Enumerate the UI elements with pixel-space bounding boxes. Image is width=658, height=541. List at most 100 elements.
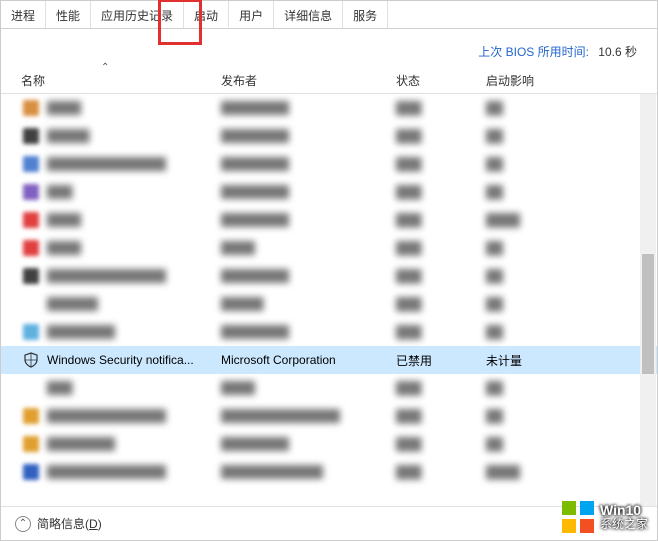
row-name: ██████████████	[47, 409, 221, 423]
watermark: Win10 系统之家	[562, 501, 648, 533]
tab-bar: 进程 性能 应用历史记录 启动 用户 详细信息 服务	[1, 1, 657, 29]
row-publisher: ████████	[221, 101, 396, 115]
row-status: 已禁用	[396, 352, 486, 369]
scrollbar-thumb[interactable]	[642, 254, 654, 374]
win10-logo-icon	[562, 501, 594, 533]
row-impact: ██	[486, 297, 586, 311]
row-name: ██████████████	[47, 157, 221, 171]
row-impact: ██	[486, 381, 586, 395]
tab-startup[interactable]: 启动	[184, 1, 229, 28]
header-publisher[interactable]: 发布者	[221, 72, 396, 89]
row-status: ███	[396, 437, 486, 451]
row-status: ███	[396, 465, 486, 479]
bios-time-row: 上次 BIOS 所用时间: 10.6 秒	[1, 29, 657, 68]
row-publisher: ████████████	[221, 465, 396, 479]
shield-icon	[23, 352, 39, 368]
app-icon	[23, 436, 39, 452]
tab-details[interactable]: 详细信息	[274, 1, 343, 28]
row-impact: ██	[486, 269, 586, 283]
row-publisher: ████████	[221, 325, 396, 339]
row-name: ██████████████	[47, 269, 221, 283]
table-row[interactable]: █████████████████	[1, 94, 657, 122]
table-row[interactable]: █████████████████████████████████	[1, 458, 657, 486]
row-name: ████	[47, 241, 221, 255]
row-status: ███	[396, 381, 486, 395]
app-icon	[23, 128, 39, 144]
header-impact[interactable]: 启动影响	[486, 72, 586, 89]
chevron-up-icon[interactable]: ⌃	[15, 516, 31, 532]
app-icon	[23, 184, 39, 200]
header-name[interactable]: 名称	[1, 72, 221, 89]
row-status: ███	[396, 269, 486, 283]
tab-performance[interactable]: 性能	[46, 1, 91, 28]
row-status: ███	[396, 213, 486, 227]
table-row[interactable]: █████████████	[1, 234, 657, 262]
app-icon	[23, 464, 39, 480]
row-name: ██████████████	[47, 465, 221, 479]
table-row[interactable]: █████████████████████	[1, 430, 657, 458]
app-icon	[23, 240, 39, 256]
row-impact: ████	[486, 213, 586, 227]
table-row[interactable]: █████████████████████████████████	[1, 402, 657, 430]
row-impact: ████	[486, 465, 586, 479]
row-impact: ██	[486, 241, 586, 255]
row-impact: ██	[486, 325, 586, 339]
app-icon	[23, 268, 39, 284]
tab-app-history[interactable]: 应用历史记录	[91, 1, 184, 28]
row-name: ███	[47, 185, 221, 199]
watermark-text: Win10 系统之家	[600, 503, 648, 532]
row-status: ███	[396, 185, 486, 199]
app-icon	[23, 296, 39, 312]
tab-services[interactable]: 服务	[343, 1, 388, 28]
header-status[interactable]: 状态	[396, 72, 486, 89]
table-row[interactable]: █████████████████████	[1, 318, 657, 346]
less-details-link[interactable]: 简略信息(D)	[37, 515, 102, 532]
row-name: ████████	[47, 325, 221, 339]
app-icon	[23, 380, 39, 396]
row-name: Windows Security notifica...	[47, 353, 221, 367]
row-publisher: ████████	[221, 213, 396, 227]
vertical-scrollbar[interactable]	[640, 94, 656, 506]
row-name: ████	[47, 213, 221, 227]
row-name: ██████	[47, 297, 221, 311]
bios-label: 上次 BIOS 所用时间:	[478, 45, 589, 59]
table-row[interactable]: ██████████████████	[1, 122, 657, 150]
row-name: ████████	[47, 437, 221, 451]
row-status: ███	[396, 325, 486, 339]
table-row-selected[interactable]: Windows Security notifica...Microsoft Co…	[1, 346, 657, 374]
app-icon	[23, 408, 39, 424]
footer-bar: ⌃ 简略信息(D)	[1, 506, 657, 540]
tab-users[interactable]: 用户	[229, 1, 274, 28]
app-icon	[23, 100, 39, 116]
table-row[interactable]: ███████████████████████████	[1, 150, 657, 178]
row-publisher: ████	[221, 241, 396, 255]
row-publisher: █████	[221, 297, 396, 311]
row-name: ████	[47, 101, 221, 115]
row-status: ███	[396, 409, 486, 423]
row-name: █████	[47, 129, 221, 143]
row-impact: ██	[486, 437, 586, 451]
bios-value: 10.6 秒	[598, 45, 637, 59]
row-name: ███	[47, 381, 221, 395]
sort-indicator-icon: ⌃	[101, 62, 109, 73]
tab-processes[interactable]: 进程	[1, 1, 46, 28]
table-row[interactable]: ████████████	[1, 374, 657, 402]
row-impact: ██	[486, 409, 586, 423]
row-impact: ██	[486, 185, 586, 199]
row-impact: ██	[486, 157, 586, 171]
row-publisher: ████████	[221, 185, 396, 199]
column-headers: ⌃ 名称 发布者 状态 启动影响	[1, 68, 657, 94]
table-row[interactable]: ███████████████████████████	[1, 262, 657, 290]
row-publisher: Microsoft Corporation	[221, 353, 396, 367]
table-row[interactable]: ████████████████	[1, 178, 657, 206]
row-impact: ██	[486, 129, 586, 143]
app-icon	[23, 156, 39, 172]
row-status: ███	[396, 101, 486, 115]
row-publisher: ████	[221, 381, 396, 395]
row-publisher: ████████	[221, 157, 396, 171]
table-row[interactable]: ████████████████	[1, 290, 657, 318]
row-publisher: ████████	[221, 437, 396, 451]
startup-list: ████████████████████████████████████████…	[1, 94, 657, 506]
app-icon	[23, 212, 39, 228]
table-row[interactable]: ███████████████████	[1, 206, 657, 234]
